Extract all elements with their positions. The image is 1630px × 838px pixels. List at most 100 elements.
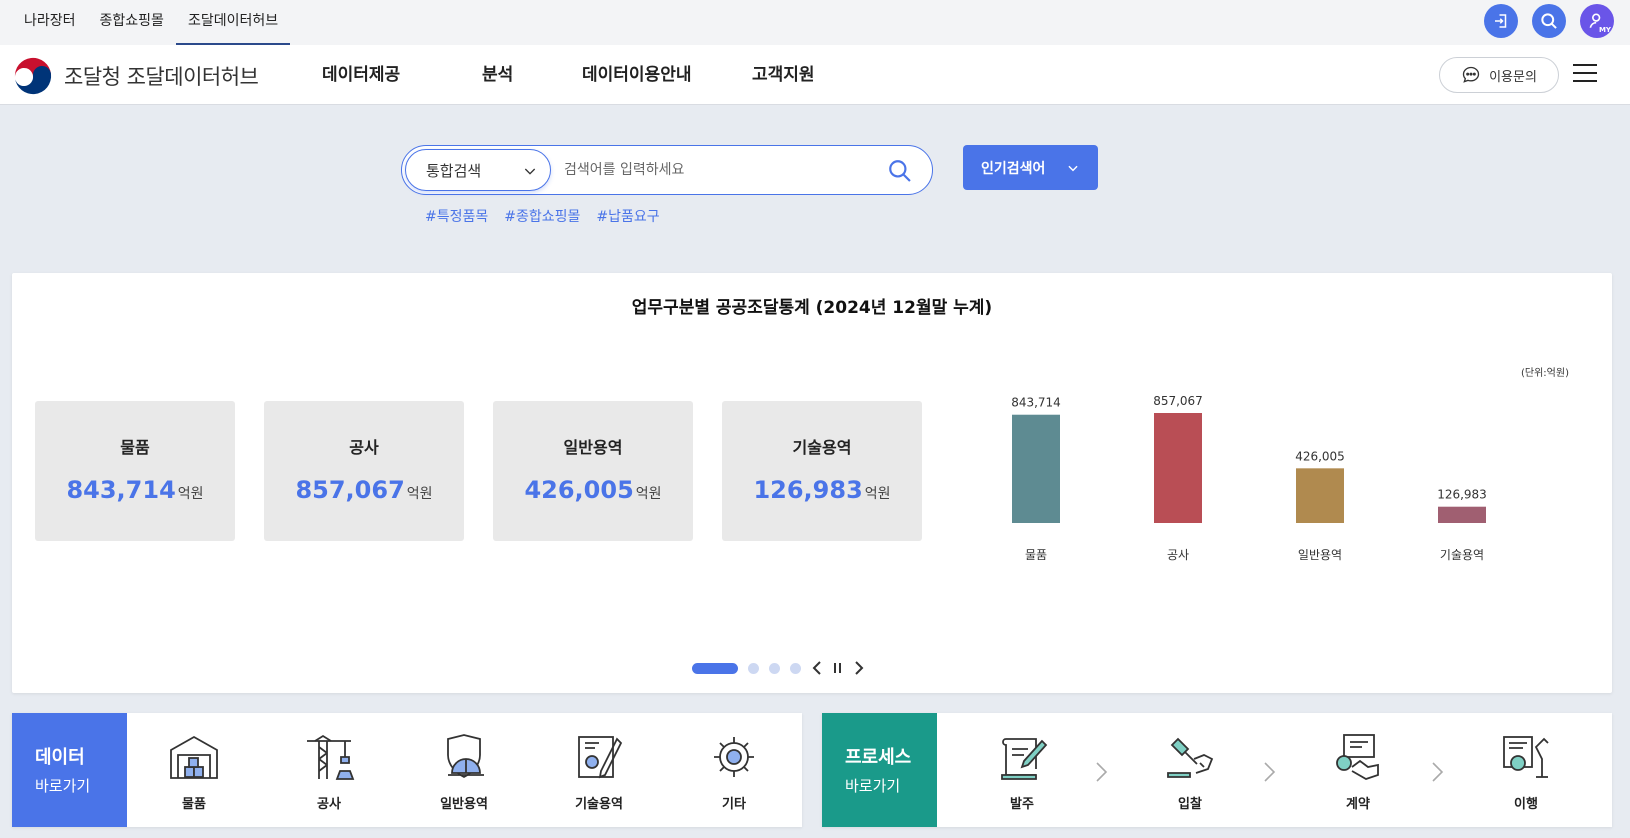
chart-bar[interactable] xyxy=(1438,506,1486,523)
popular-keywords-label: 인기검색어 xyxy=(981,160,1046,177)
hashtag-link[interactable]: #종합쇼핑몰 xyxy=(504,206,580,226)
next-button[interactable] xyxy=(853,660,865,676)
warehouse-icon xyxy=(170,735,218,779)
shortcut-construction[interactable]: 공사 xyxy=(279,733,379,812)
slide-pager xyxy=(692,660,865,676)
stat-card-label: 기술용역 xyxy=(792,438,852,457)
nav-data-provision[interactable]: 데이터제공 xyxy=(322,45,482,105)
shortcut-label: 물품 xyxy=(182,797,206,812)
search-category-value: 통합검색 xyxy=(426,161,482,180)
shortcut-label: 기술용역 xyxy=(575,797,623,812)
shortcut-contract[interactable]: 계약 xyxy=(1308,733,1408,812)
stat-card-unit: 억원 xyxy=(177,486,204,502)
inquiry-button[interactable]: 이용문의 xyxy=(1439,57,1559,93)
chart-value-label: 857,067 xyxy=(1153,394,1203,408)
shortcut-label: 계약 xyxy=(1346,797,1370,812)
shortcut-bid[interactable]: 입찰 xyxy=(1140,733,1240,812)
stat-card-value: 843,714 xyxy=(66,476,176,504)
search-button[interactable] xyxy=(1532,4,1566,38)
prev-button[interactable] xyxy=(811,660,823,676)
login-icon xyxy=(1495,14,1507,28)
nav-customer-support[interactable]: 고객지원 xyxy=(752,45,872,105)
hashtag-list: #특정품목 #종합쇼핑몰 #납품요구 xyxy=(425,206,660,226)
data-shortcut-subtitle: 바로가기 xyxy=(35,777,91,795)
stats-bar-chart: 843,714 물품 857,067 공사 426,005 일반용역 126,983 기술용역 xyxy=(1011,394,1487,562)
chart-bar[interactable] xyxy=(1154,413,1202,523)
stat-card-label: 공사 xyxy=(349,438,379,457)
pager-dot[interactable] xyxy=(790,662,801,674)
site-logo[interactable]: 조달청 조달데이터허브 xyxy=(12,55,259,97)
search-submit-button[interactable] xyxy=(887,158,913,184)
stat-card-value: 126,983 xyxy=(753,476,863,504)
chevron-down-icon xyxy=(524,168,536,175)
pager-dot-active[interactable] xyxy=(692,662,738,674)
pager-dot[interactable] xyxy=(748,662,759,674)
stat-card-technical-service[interactable]: 기술용역 126,983 억원 xyxy=(722,401,922,541)
shortcut-etc[interactable]: 기타 xyxy=(684,733,784,812)
chevron-right-icon xyxy=(1432,762,1444,782)
stat-card-construction[interactable]: 공사 857,067 억원 xyxy=(264,401,464,541)
stat-card-unit: 억원 xyxy=(635,486,662,502)
stat-card-value: 426,005 xyxy=(524,476,634,504)
search-icon xyxy=(889,160,911,182)
chart-unit-label: (단위:억원) xyxy=(1521,368,1569,379)
my-page-button[interactable]: MY xyxy=(1580,4,1614,38)
process-shortcut-header: 프로세스 바로가기 xyxy=(822,713,937,827)
handshake-contract-icon xyxy=(1336,734,1379,780)
shortcut-label: 공사 xyxy=(317,797,341,812)
taegeuk-logo-icon xyxy=(13,56,53,96)
chart-value-label: 126,983 xyxy=(1437,488,1487,502)
stat-card-general-service[interactable]: 일반용역 426,005 억원 xyxy=(493,401,693,541)
shortcut-technical-service[interactable]: 기술용역 xyxy=(549,733,649,812)
nav-data-guide[interactable]: 데이터이용안내 xyxy=(582,45,752,105)
site-tabs: 나라장터 종합쇼핑몰 조달데이터허브 xyxy=(12,0,291,45)
shortcut-label: 입찰 xyxy=(1178,797,1202,812)
search-icon xyxy=(1541,13,1557,29)
menu-button[interactable] xyxy=(1573,64,1597,84)
process-shortcut-subtitle: 바로가기 xyxy=(845,777,901,795)
hashtag-link[interactable]: #납품요구 xyxy=(596,206,659,226)
chart-bar[interactable] xyxy=(1012,414,1060,523)
hashtag-link[interactable]: #특정품목 xyxy=(425,206,488,226)
popular-keywords-button[interactable]: 인기검색어 xyxy=(963,145,1098,190)
pager-dot[interactable] xyxy=(769,662,780,674)
tab-data-hub[interactable]: 조달데이터허브 xyxy=(175,0,291,45)
shortcut-general-service[interactable]: 일반용역 xyxy=(414,733,514,812)
stat-card-goods[interactable]: 물품 843,714 억원 xyxy=(35,401,235,541)
search-category-select[interactable]: 통합검색 xyxy=(405,149,551,191)
shortcut-label: 일반용역 xyxy=(440,797,488,812)
stat-card-label: 물품 xyxy=(120,438,150,457)
search-bar: 통합검색 xyxy=(401,145,933,195)
chevron-right-icon xyxy=(1264,762,1276,782)
tab-narajangteo[interactable]: 나라장터 xyxy=(12,0,88,45)
process-shortcut-panel: 프로세스 바로가기 발주 입찰 계약 이행 xyxy=(822,713,1612,827)
chart-bar[interactable] xyxy=(1296,468,1344,523)
chat-bubble-icon xyxy=(1462,66,1480,83)
chart-value-label: 843,714 xyxy=(1011,396,1061,410)
pause-button[interactable] xyxy=(833,662,843,674)
logo-text: 조달청 조달데이터허브 xyxy=(64,65,259,89)
chart-value-label: 426,005 xyxy=(1295,449,1345,463)
shortcut-goods[interactable]: 물품 xyxy=(144,733,244,812)
inquiry-label: 이용문의 xyxy=(1489,69,1537,85)
search-input[interactable] xyxy=(564,158,864,182)
main-header: 조달청 조달데이터허브 데이터제공 분석 데이터이용안내 고객지원 이용문의 xyxy=(0,45,1630,105)
chevron-right-icon xyxy=(855,661,864,675)
chevron-left-icon xyxy=(812,661,821,675)
data-shortcut-panel: 데이터 바로가기 물품 공사 일반용역 기술용역 기타 xyxy=(12,713,802,827)
shortcut-fulfillment[interactable]: 이행 xyxy=(1476,733,1576,812)
shortcut-order[interactable]: 발주 xyxy=(972,733,1072,812)
utility-bar: 나라장터 종합쇼핑몰 조달데이터허브 MY xyxy=(0,0,1630,45)
nav-analysis[interactable]: 분석 xyxy=(482,45,582,105)
shortcut-label: 발주 xyxy=(1010,797,1034,812)
shortcut-label: 기타 xyxy=(722,797,746,812)
stat-card-label: 일반용역 xyxy=(563,438,623,457)
robot-arm-icon xyxy=(1503,736,1549,778)
tab-shopping-mall[interactable]: 종합쇼핑몰 xyxy=(88,0,176,45)
login-button[interactable] xyxy=(1484,4,1518,38)
stat-card-unit: 억원 xyxy=(864,486,891,502)
chart-category-label: 기술용역 xyxy=(1440,548,1484,562)
process-shortcut-title: 프로세스 xyxy=(845,747,912,768)
helmet-shield-icon xyxy=(447,734,484,779)
shortcut-label: 이행 xyxy=(1514,797,1538,812)
